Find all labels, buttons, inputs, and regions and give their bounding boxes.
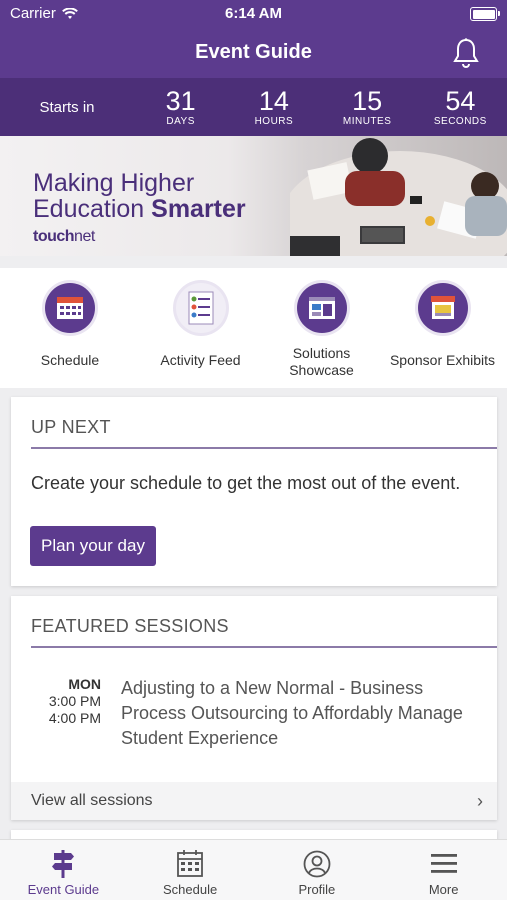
calendar-icon — [177, 850, 204, 877]
tab-event-guide[interactable]: Event Guide — [0, 840, 127, 900]
storefront-icon — [430, 296, 455, 319]
countdown-days: 31 DAYS — [134, 87, 227, 127]
countdown-minutes-label: MINUTES — [342, 116, 392, 127]
banner-line-1: Making Higher — [33, 169, 195, 197]
navigation-bar: Event Guide — [0, 28, 507, 78]
promo-banner[interactable]: Making Higher Education Smarter touchnet — [0, 136, 507, 256]
session-time: MON 3:00 PM 4:00 PM — [31, 676, 101, 727]
tab-profile[interactable]: Profile — [254, 840, 381, 900]
tab-label: More — [428, 882, 459, 897]
session-day: MON — [68, 676, 101, 692]
status-bar: Carrier 6:14 AM — [0, 0, 507, 28]
quick-link-label: Activity Feed — [160, 352, 241, 368]
profile-icon — [303, 850, 331, 878]
bell-icon[interactable] — [451, 37, 481, 69]
session-start: 3:00 PM — [48, 693, 101, 709]
banner-line-2-bold: Smarter — [151, 195, 246, 223]
status-time: 6:14 AM — [225, 5, 282, 22]
divider — [31, 646, 497, 648]
countdown-hours: 14 HOURS — [227, 87, 320, 127]
tab-label: Event Guide — [27, 882, 100, 897]
tab-label: Schedule — [163, 882, 218, 897]
countdown-minutes: 15 MINUTES — [321, 87, 414, 127]
brand-regular: net — [74, 228, 95, 245]
quick-links: Schedule Activity Feed Solutions Showcas… — [0, 268, 507, 388]
countdown-days-label: DAYS — [166, 116, 195, 127]
touchnet-logo: touchnet — [33, 228, 95, 246]
page-title: Event Guide — [195, 41, 312, 63]
countdown-days-value: 31 — [165, 86, 196, 116]
brand-bold: touch — [33, 228, 75, 245]
view-all-label: View all sessions — [31, 792, 153, 809]
tab-label: Profile — [298, 882, 336, 897]
quick-link-activity-feed[interactable]: Activity Feed — [140, 268, 261, 388]
menu-icon — [430, 854, 457, 873]
tab-bar: Event Guide Schedule Profile More — [0, 839, 507, 900]
quick-link-solutions-showcase[interactable]: Solutions Showcase — [261, 268, 382, 388]
countdown-hours-label: HOURS — [254, 116, 294, 127]
featured-sessions-card: FEATURED SESSIONS MON 3:00 PM 4:00 PM Ad… — [11, 596, 497, 820]
card-title: FEATURED SESSIONS — [31, 616, 229, 636]
quick-link-sponsor-exhibits[interactable]: Sponsor Exhibits — [382, 268, 503, 388]
up-next-message: Create your schedule to get the most out… — [31, 473, 461, 493]
countdown-seconds-value: 54 — [445, 86, 476, 116]
feed-icon — [188, 291, 213, 325]
banner-headline: Making Higher Education Smarter — [33, 170, 246, 222]
quick-link-label: Schedule — [40, 352, 100, 368]
up-next-card: UP NEXT Create your schedule to get the … — [11, 397, 497, 586]
countdown-seconds-label: SECONDS — [433, 116, 487, 127]
plan-your-day-button[interactable]: Plan your day — [30, 526, 156, 566]
countdown-minutes-value: 15 — [352, 86, 383, 116]
showcase-icon — [308, 297, 335, 319]
quick-link-label: Solutions Showcase — [289, 345, 354, 378]
card-title: UP NEXT — [31, 417, 111, 437]
countdown: Starts in 31 DAYS 14 HOURS 15 MINUTES 54… — [0, 78, 507, 136]
session-item[interactable]: MON 3:00 PM 4:00 PM Adjusting to a New N… — [11, 676, 497, 766]
chevron-right-icon: › — [477, 791, 483, 811]
countdown-hours-value: 14 — [258, 86, 289, 116]
tab-more[interactable]: More — [380, 840, 507, 900]
view-all-sessions-link[interactable]: View all sessions › — [11, 782, 497, 820]
tab-schedule[interactable]: Schedule — [127, 840, 254, 900]
banner-line-2: Education — [33, 195, 152, 223]
session-title: Adjusting to a New Normal - Business Pro… — [121, 678, 463, 748]
calendar-icon — [57, 297, 83, 319]
quick-link-schedule[interactable]: Schedule — [0, 268, 140, 388]
battery-icon — [470, 7, 500, 21]
quick-link-label: Sponsor Exhibits — [389, 352, 496, 368]
countdown-seconds: 54 SECONDS — [414, 87, 507, 127]
signpost-icon — [52, 850, 75, 878]
countdown-label: Starts in — [39, 98, 95, 116]
banner-photo — [290, 138, 507, 256]
session-end: 4:00 PM — [48, 710, 101, 726]
